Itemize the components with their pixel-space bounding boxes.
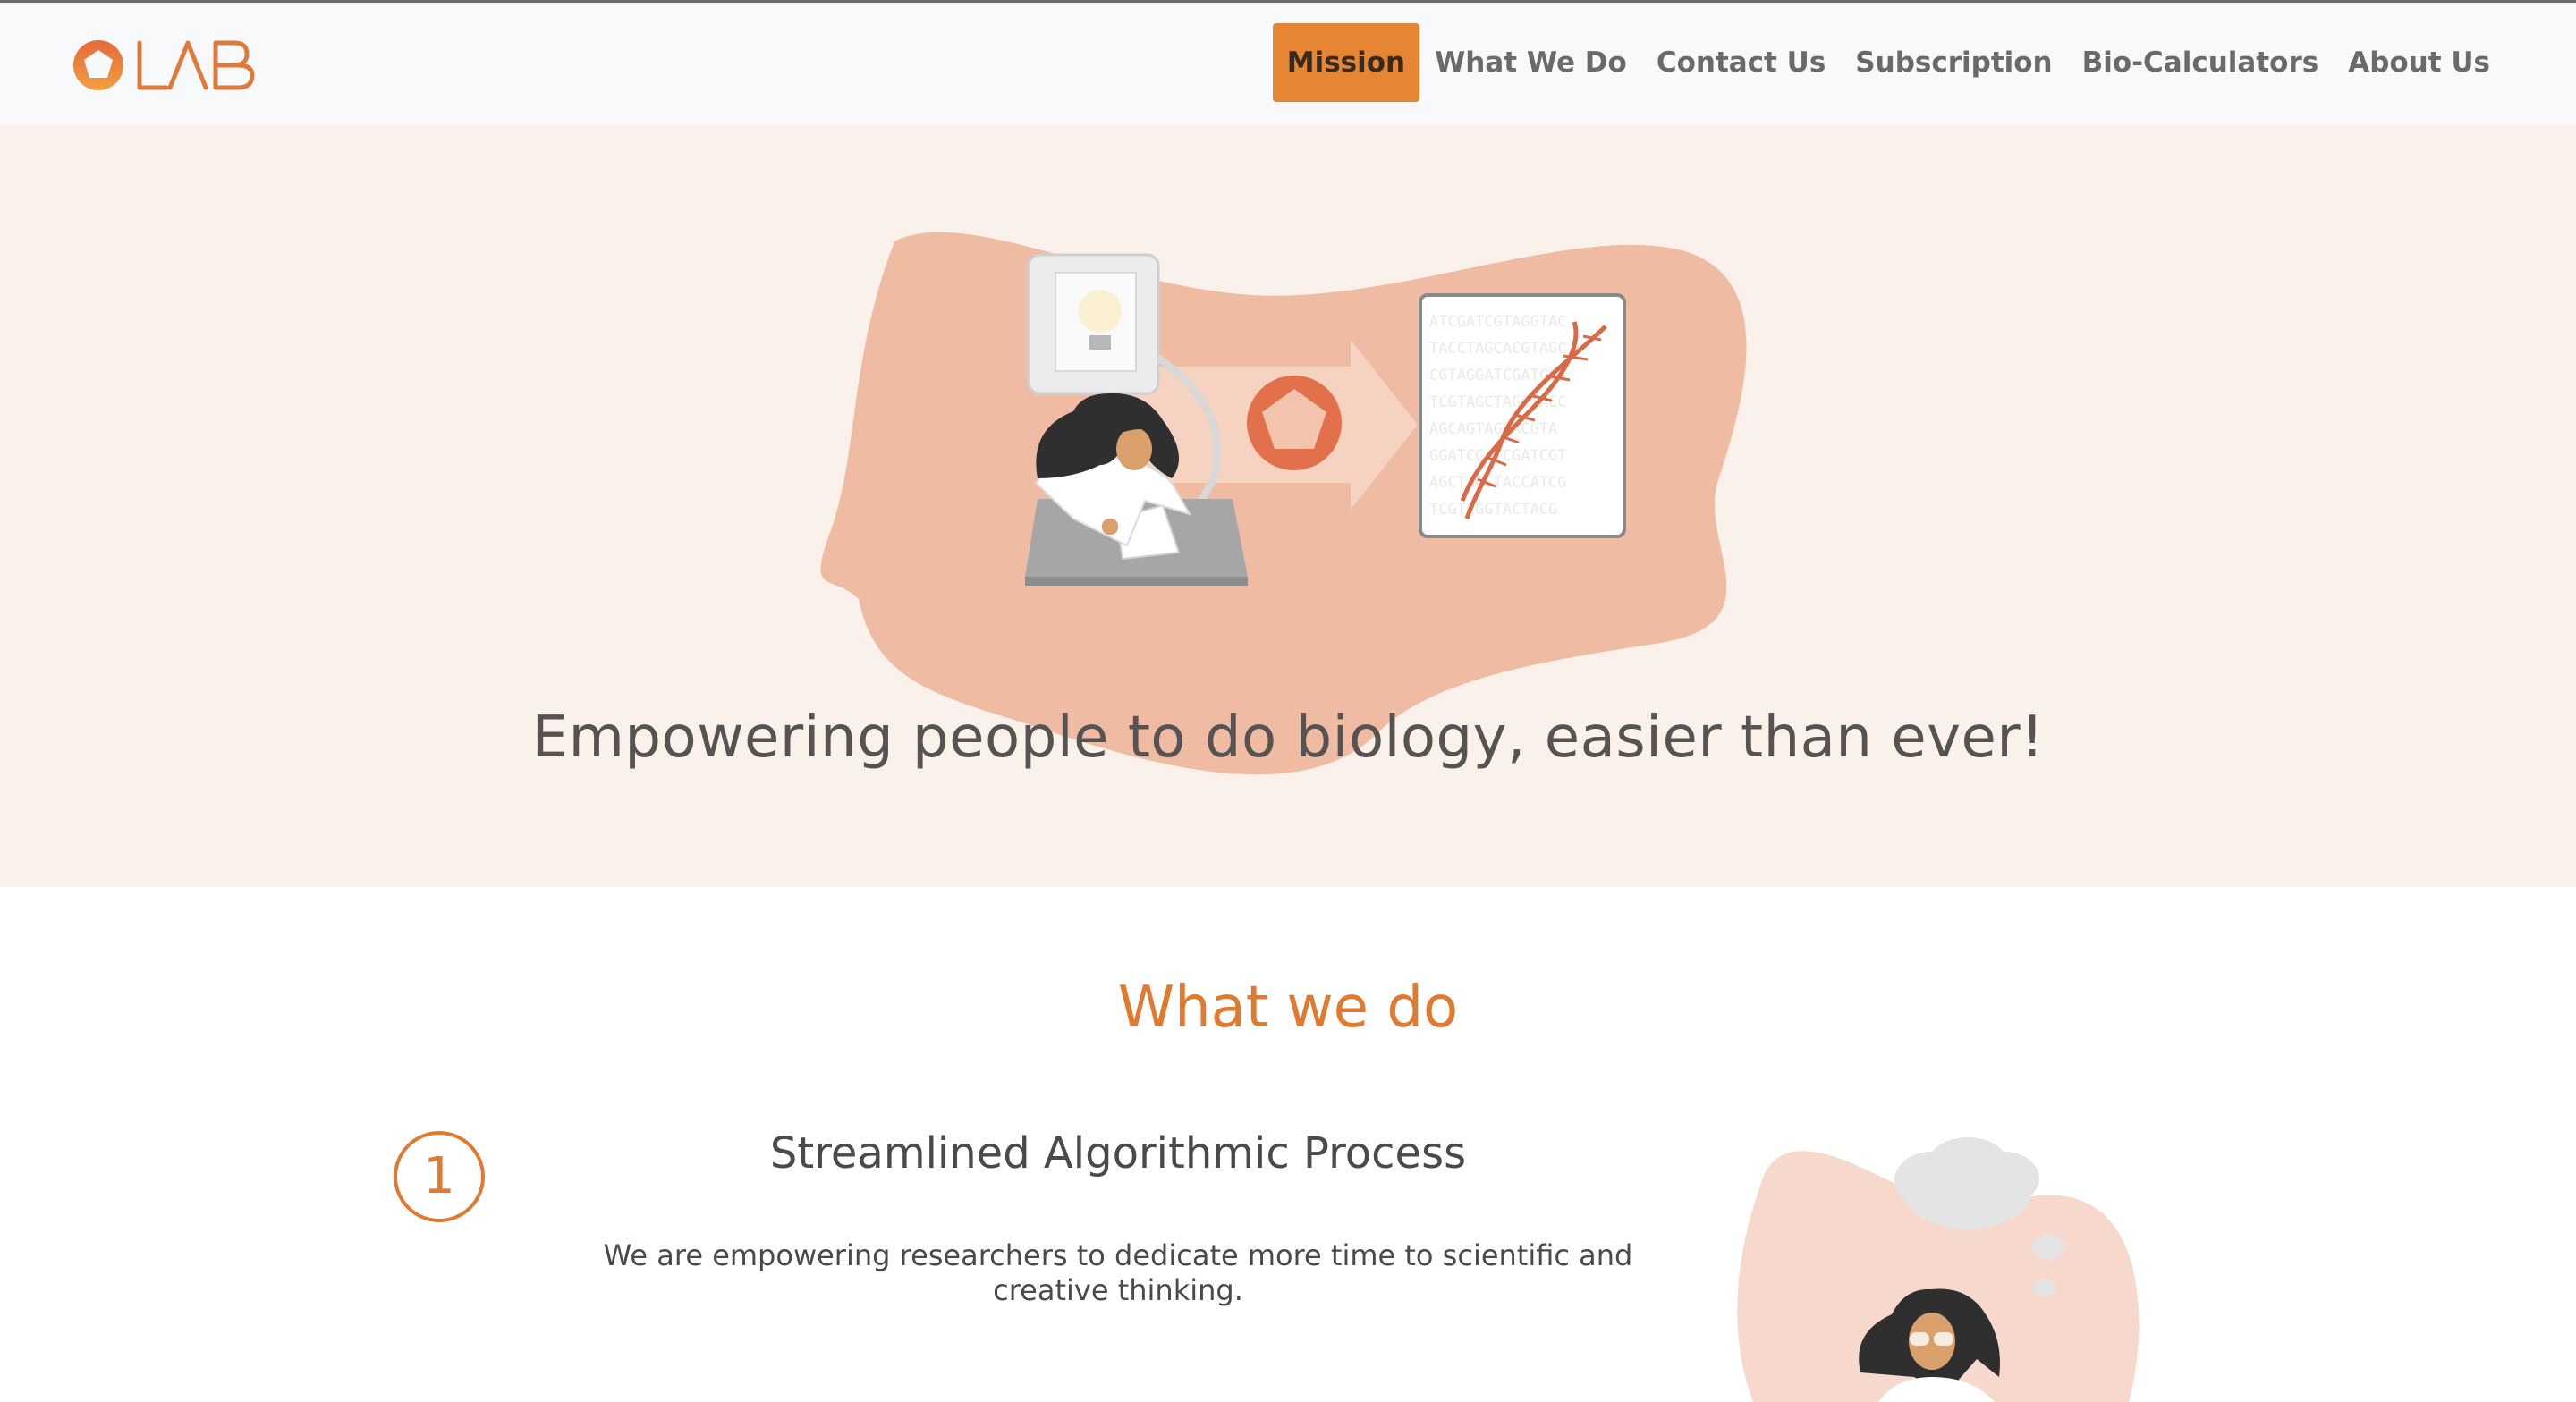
dna-icon: ATCGATCGTAGGTAC TACCTAGCACGTAGC CGTAGGAT…	[1419, 293, 1626, 538]
hero-section: ATCGATCGTAGGTAC TACCTAGCACGTAGC CGTAGGAT…	[0, 125, 2576, 887]
nav-what-we-do[interactable]: What We Do	[1420, 23, 1641, 102]
olab-logo[interactable]	[70, 34, 259, 97]
nav-about-us[interactable]: About Us	[2334, 23, 2504, 102]
step-title: Streamlined Algorithmic Process	[769, 1128, 1467, 1178]
pentagon-icon	[1247, 376, 1342, 470]
svg-text:ATCGATCGTAGGTAC: ATCGATCGTAGGTAC	[1429, 313, 1567, 331]
lightbulb-icon	[1027, 253, 1160, 395]
nav-subscription[interactable]: Subscription	[1841, 23, 2066, 102]
svg-text:AGCTAGCTACCATCG: AGCTAGCTACCATCG	[1429, 474, 1567, 492]
main-nav: Mission What We Do Contact Us Subscripti…	[1272, 22, 2504, 103]
svg-text:AGCAGTAGCACGTA: AGCAGTAGCACGTA	[1429, 420, 1557, 438]
step-number-badge: 1	[394, 1131, 485, 1222]
step-description: We are empowering researchers to dedicat…	[603, 1238, 1633, 1307]
nav-bio-calculators[interactable]: Bio-Calculators	[2068, 23, 2334, 102]
nav-mission[interactable]: Mission	[1272, 23, 1420, 102]
hero-illustration: ATCGATCGTAGGTAC TACCTAGCACGTAGC CGTAGGAT…	[820, 232, 1747, 775]
hero-tagline: Empowering people to do biology, easier …	[531, 705, 2045, 771]
site-header: Mission What We Do Contact Us Subscripti…	[0, 3, 2576, 125]
thinking-scientist-illustration	[1737, 1137, 2140, 1402]
what-we-do-title: What we do	[1117, 975, 1459, 1041]
nav-contact-us[interactable]: Contact Us	[1642, 23, 1840, 102]
svg-text:TCGTCGGTACTACG: TCGTCGGTACTACG	[1429, 501, 1557, 519]
svg-text:TACCTAGCACGTAGC: TACCTAGCACGTAGC	[1429, 340, 1567, 358]
